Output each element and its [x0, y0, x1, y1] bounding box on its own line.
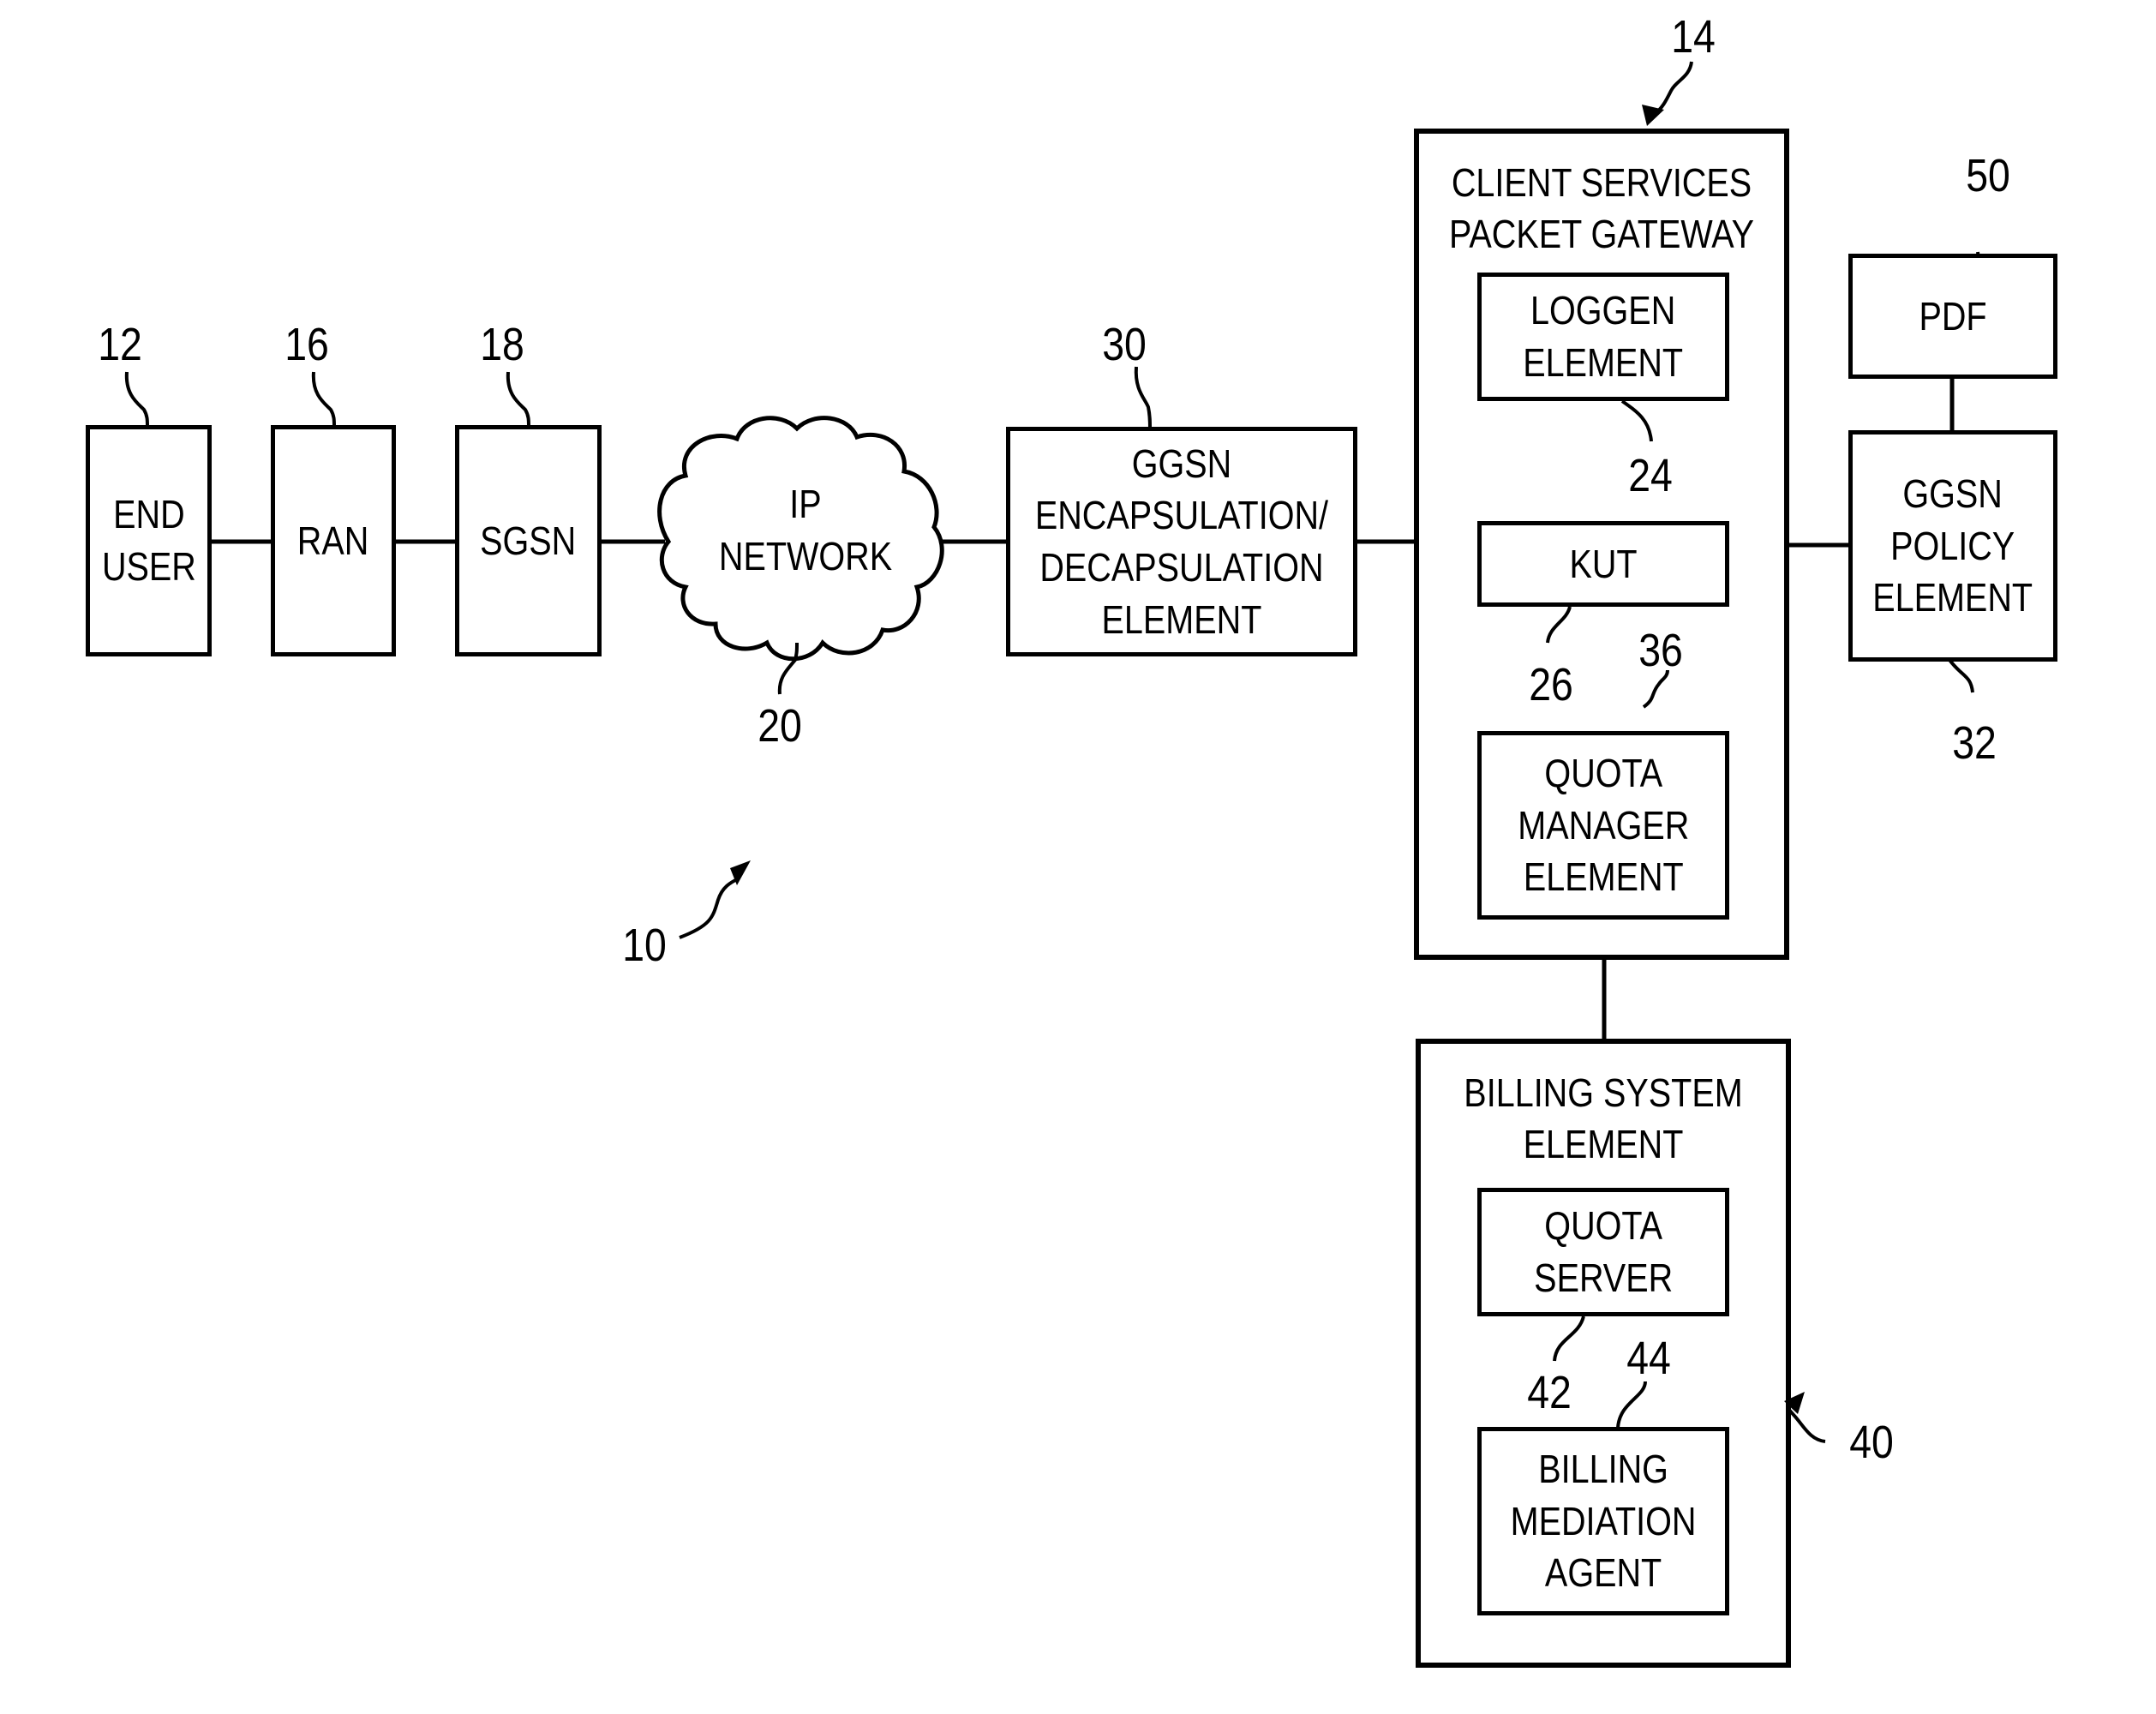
ggsn-policy-element-label: GGSN POLICY ELEMENT [1872, 470, 2033, 620]
ran-label: RAN [297, 518, 369, 563]
cspg-title: CLIENT SERVICES PACKET GATEWAY [1448, 160, 1755, 256]
ref-16: 16 [284, 319, 329, 370]
ref-14: 14 [1671, 11, 1716, 63]
leader-20 [777, 642, 799, 695]
leader-30 [1134, 366, 1152, 429]
ggsn-policy-element-box: GGSN POLICY ELEMENT [1848, 430, 2057, 662]
ref-30: 30 [1102, 319, 1147, 370]
end-user-box: END USER [86, 425, 212, 656]
sgsn-label: SGSN [480, 518, 577, 563]
ip-network-label: IP NETWORK [718, 482, 893, 578]
ggsn-encapsulation-label: GGSN ENCAPSULATION/ DECAPSULATION ELEMEN… [1034, 440, 1329, 642]
kut-label: KUT [1569, 541, 1638, 586]
leader-14 [1652, 61, 1693, 117]
arrowhead-10 [730, 860, 751, 885]
quota-manager-element-box: QUOTA MANAGER ELEMENT [1477, 731, 1729, 920]
ref-18: 18 [480, 319, 524, 370]
pdf-label: PDF [1919, 293, 1987, 339]
kut-box: KUT [1477, 521, 1729, 607]
connectors-layer [124, 61, 1980, 1443]
ref-42: 42 [1527, 1367, 1572, 1418]
loggen-element-label: LOGGEN ELEMENT [1523, 288, 1684, 385]
ref-32: 32 [1952, 717, 1997, 769]
ref-40: 40 [1849, 1417, 1894, 1468]
ran-box: RAN [271, 425, 396, 656]
leader-12 [124, 371, 149, 428]
ref-10-system: 10 [622, 920, 667, 971]
ref-26: 26 [1529, 659, 1573, 710]
ggsn-encapsulation-box: GGSN ENCAPSULATION/ DECAPSULATION ELEMEN… [1006, 427, 1357, 656]
sgsn-box: SGSN [455, 425, 602, 656]
ref-12: 12 [98, 319, 142, 370]
ref-50: 50 [1966, 150, 2010, 201]
ref-44: 44 [1626, 1333, 1671, 1384]
leader-16 [311, 371, 336, 428]
quota-server-box: QUOTA SERVER [1477, 1188, 1729, 1316]
billing-system-title: BILLING SYSTEM ELEMENT [1464, 1070, 1743, 1166]
quota-server-label: QUOTA SERVER [1534, 1203, 1673, 1300]
arrowhead-14 [1642, 105, 1664, 126]
leader-18 [506, 371, 530, 428]
leader-10 [679, 877, 740, 939]
ref-20: 20 [758, 700, 802, 752]
ref-36: 36 [1638, 625, 1683, 676]
leader-40 [1786, 1404, 1826, 1443]
leader-32 [1948, 658, 1974, 693]
end-user-label: END USER [101, 492, 196, 589]
billing-mediation-agent-label: BILLING MEDIATION AGENT [1510, 1446, 1697, 1596]
pdf-box: PDF [1848, 254, 2057, 379]
network-diagram: END USER 12 RAN 16 SGSN 18 IP NETWORK 20… [0, 0, 2156, 1714]
ref-24: 24 [1628, 450, 1673, 501]
loggen-element-box: LOGGEN ELEMENT [1477, 273, 1729, 401]
quota-manager-element-label: QUOTA MANAGER ELEMENT [1517, 750, 1690, 900]
billing-mediation-agent-box: BILLING MEDIATION AGENT [1477, 1427, 1729, 1615]
